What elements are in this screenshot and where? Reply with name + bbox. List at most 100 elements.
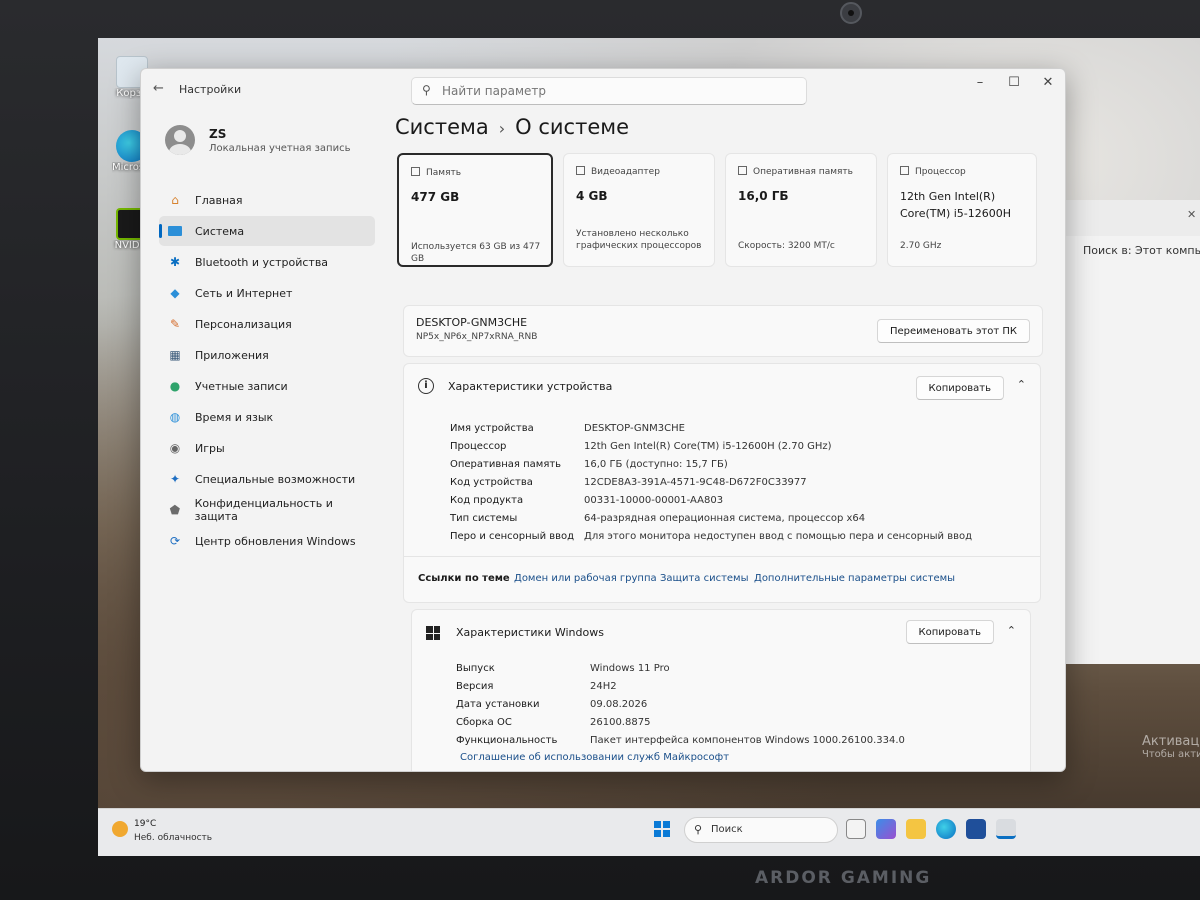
windows-start-icon xyxy=(654,821,670,837)
card-subtitle: Установлено несколько графических процес… xyxy=(576,229,702,251)
taskbar-search[interactable]: ⚲ Поиск xyxy=(684,817,838,843)
device-specs-header[interactable]: i Характеристики устройства Копировать ⌃ xyxy=(404,364,1040,410)
section-title: Характеристики устройства xyxy=(448,380,613,393)
breadcrumb: Система › О системе xyxy=(395,115,629,139)
file-explorer-icon[interactable] xyxy=(906,819,926,839)
card-title: Оперативная память xyxy=(753,167,853,177)
link-advanced-system-settings[interactable]: Дополнительные параметры системы xyxy=(754,573,955,584)
storage-icon xyxy=(411,167,420,176)
sidebar-item-personalization[interactable]: ✎ Персонализация xyxy=(159,309,375,339)
spec-row: Имя устройства DESKTOP-GNM3CHE xyxy=(450,420,972,438)
settings-search[interactable]: ⚲ xyxy=(411,77,807,105)
sidebar-item-privacy[interactable]: ⬟ Конфиденциальность и защита xyxy=(159,495,375,525)
accessibility-icon: ✦ xyxy=(169,472,181,486)
card-subtitle: 2.70 GHz xyxy=(900,241,942,251)
chevron-up-icon[interactable]: ⌃ xyxy=(1007,624,1016,637)
card-ram[interactable]: Оперативная память 16,0 ГБ Скорость: 320… xyxy=(725,153,877,267)
card-gpu[interactable]: Видеоадаптер 4 GB Установлено несколько … xyxy=(563,153,715,267)
spec-value: 12th Gen Intel(R) Core(TM) i5-12600H (2.… xyxy=(584,441,832,452)
spec-row: Процессор 12th Gen Intel(R) Core(TM) i5-1… xyxy=(450,438,972,456)
windows-specs-header[interactable]: Характеристики Windows Копировать ⌃ xyxy=(412,610,1030,656)
copy-windows-specs-button[interactable]: Копировать xyxy=(905,620,994,644)
spec-key: Выпуск xyxy=(456,663,495,674)
weather-description: Неб. облачность xyxy=(134,833,213,843)
webcam-icon xyxy=(840,2,862,24)
profile-name: ZS xyxy=(209,127,227,141)
settings-gear-icon[interactable] xyxy=(996,819,1016,839)
link-domain-workgroup[interactable]: Домен или рабочая группа xyxy=(514,573,657,584)
windows-specs-list: Выпуск Windows 11 Pro Версия 24H2 Дата уст… xyxy=(456,660,905,750)
explorer-search[interactable]: Поиск в: Этот компьютер xyxy=(1083,244,1200,257)
sidebar-item-gaming[interactable]: ◉ Игры xyxy=(159,433,375,463)
spec-key: Версия xyxy=(456,681,494,692)
spec-key: Функциональность xyxy=(456,735,558,746)
laptop-brand-logo: ARDOR GAMING xyxy=(755,868,932,888)
explorer-window[interactable]: ✕ Поиск в: Этот компьютер xyxy=(1054,200,1200,664)
sidebar-item-accessibility[interactable]: ✦ Специальные возможности xyxy=(159,464,375,494)
search-input[interactable] xyxy=(442,82,792,100)
sidebar-item-label: Специальные возможности xyxy=(195,472,356,486)
windows-specs-panel: Характеристики Windows Копировать ⌃ Выпу… xyxy=(411,609,1031,771)
spec-value: 16,0 ГБ (доступно: 15,7 ГБ) xyxy=(584,459,728,470)
back-arrow-icon[interactable]: ← xyxy=(153,81,164,96)
spec-value: DESKTOP-GNM3CHE xyxy=(584,423,685,434)
activation-watermark: Активаци Чтобы акти xyxy=(1142,734,1200,760)
close-button[interactable]: ✕ xyxy=(1031,75,1065,90)
spec-key: Тип системы xyxy=(450,513,518,524)
spec-row: Функциональность Пакет интерфейса компоне… xyxy=(456,732,905,750)
widgets-icon[interactable] xyxy=(876,819,896,839)
card-value: 12th Gen Intel(R) Core(TM) i5-12600H xyxy=(900,190,1012,220)
link-system-protection[interactable]: Защита системы xyxy=(660,573,749,584)
sidebar-item-home[interactable]: ⌂ Главная xyxy=(159,185,375,215)
task-view-icon[interactable] xyxy=(846,819,866,839)
breadcrumb-parent[interactable]: Система xyxy=(395,115,489,139)
device-specs-list: Имя устройства DESKTOP-GNM3CHE Процессор 1… xyxy=(450,420,972,546)
cpu-icon xyxy=(900,166,909,175)
activation-title: Активаци xyxy=(1142,734,1200,749)
copy-device-specs-button[interactable]: Копировать xyxy=(915,376,1004,400)
user-icon: ● xyxy=(169,379,181,393)
explorer-titlebar xyxy=(1055,200,1200,236)
spec-row: Дата установки 09.08.2026 xyxy=(456,696,905,714)
edge-icon[interactable] xyxy=(936,819,956,839)
maximize-button[interactable]: ☐ xyxy=(997,75,1031,90)
globe-icon: ◍ xyxy=(169,410,181,424)
sidebar-item-windows-update[interactable]: ⟳ Центр обновления Windows xyxy=(159,526,375,556)
search-icon: ⚲ xyxy=(422,83,431,97)
sidebar-item-label: Игры xyxy=(195,441,225,455)
explorer-close-icon[interactable]: ✕ xyxy=(1187,208,1196,221)
card-storage[interactable]: Память 477 GB Используется 63 GB из 477 … xyxy=(397,153,553,267)
minimize-button[interactable]: – xyxy=(963,75,997,90)
spec-row: Сборка ОС 26100.8875 xyxy=(456,714,905,732)
sidebar-item-time-language[interactable]: ◍ Время и язык xyxy=(159,402,375,432)
spec-row: Код продукта 00331-10000-00001-AA803 xyxy=(450,492,972,510)
sidebar-item-apps[interactable]: ▦ Приложения xyxy=(159,340,375,370)
spec-value: Пакет интерфейса компонентов Windows 100… xyxy=(590,735,905,746)
rename-pc-button[interactable]: Переименовать этот ПК xyxy=(877,319,1030,343)
device-specs-panel: i Характеристики устройства Копировать ⌃… xyxy=(403,363,1041,603)
sidebar-item-accounts[interactable]: ● Учетные записи xyxy=(159,371,375,401)
spec-row: Перо и сенсорный ввод Для этого монитора … xyxy=(450,528,972,546)
user-profile[interactable]: ZS Локальная учетная запись xyxy=(165,125,351,155)
sidebar-item-system[interactable]: Система xyxy=(159,216,375,246)
spec-row: Выпуск Windows 11 Pro xyxy=(456,660,905,678)
related-links: Ссылки по теме Домен или рабочая группа … xyxy=(404,556,1040,602)
spec-value: 64-разрядная операционная система, проце… xyxy=(584,513,866,524)
card-cpu[interactable]: Процессор 12th Gen Intel(R) Core(TM) i5-… xyxy=(887,153,1037,267)
chevron-right-icon: › xyxy=(498,119,506,138)
sidebar-item-label: Персонализация xyxy=(195,317,292,331)
shield-icon: ⬟ xyxy=(169,503,181,517)
store-icon[interactable] xyxy=(966,819,986,839)
sidebar-nav: ⌂ Главная Система ✱ Bluetooth и устройства… xyxy=(159,185,375,557)
pc-name: DESKTOP-GNM3CHE xyxy=(416,316,528,329)
link-ms-services-agreement[interactable]: Соглашение об использовании служб Майкро… xyxy=(460,752,729,763)
spec-row: Оперативная память 16,0 ГБ (доступно: 15,… xyxy=(450,456,972,474)
start-button[interactable] xyxy=(654,821,674,841)
sidebar-item-network[interactable]: ◆ Сеть и Интернет xyxy=(159,278,375,308)
chevron-up-icon[interactable]: ⌃ xyxy=(1017,378,1026,391)
avatar xyxy=(165,125,195,155)
settings-window: ← Настройки ⚲ – ☐ ✕ ZS Локальная учетная… xyxy=(140,68,1066,772)
card-value: 4 GB xyxy=(576,189,608,203)
sidebar-item-bluetooth[interactable]: ✱ Bluetooth и устройства xyxy=(159,247,375,277)
search-icon: ⚲ xyxy=(694,823,703,836)
